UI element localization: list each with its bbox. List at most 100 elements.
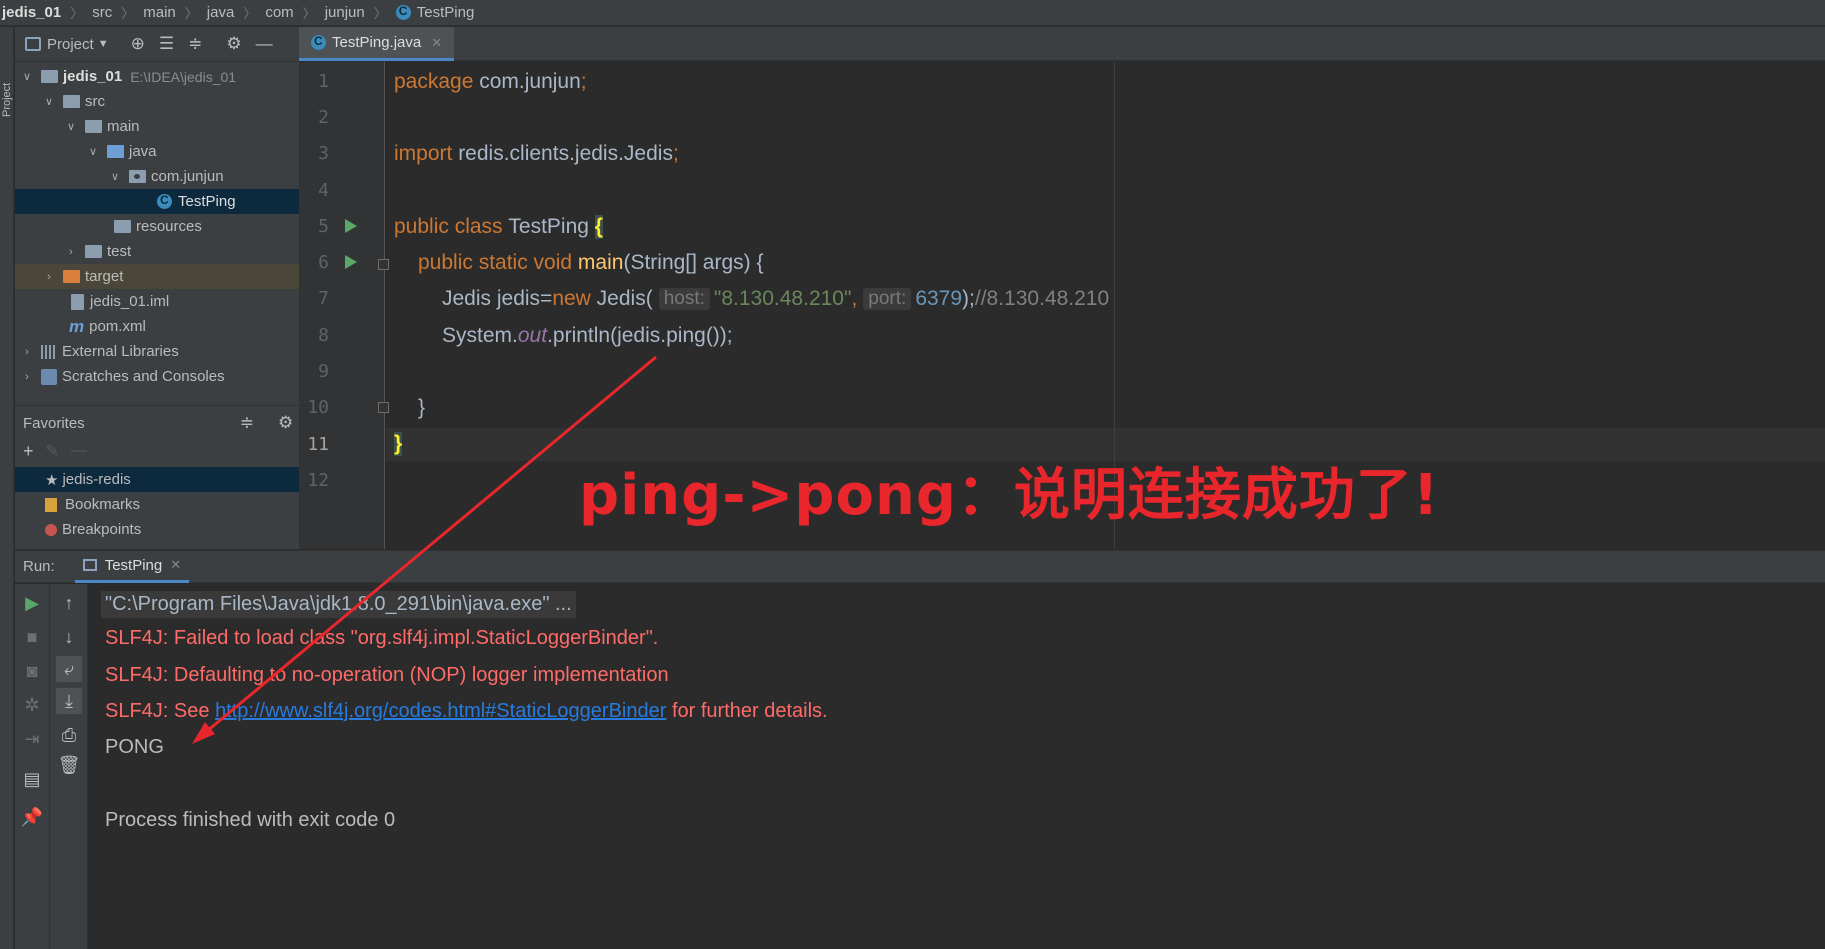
breadcrumb-item-java[interactable]: java	[203, 4, 239, 21]
breadcrumb-item-junjun[interactable]: junjun	[321, 4, 369, 21]
tree-item-iml[interactable]: jedis_01.iml	[15, 289, 299, 314]
chevron-right-icon: 〉	[302, 6, 316, 21]
favorites-item-label: jedis-redis	[62, 471, 131, 488]
chevron-right-icon[interactable]: ›	[65, 246, 77, 258]
resources-folder-icon	[114, 220, 131, 233]
run-tab-testping[interactable]: TestPing ✕	[74, 550, 190, 583]
code-keyword: public static void	[418, 251, 578, 274]
breadcrumb-item-com[interactable]: com	[261, 4, 297, 21]
tree-item-target[interactable]: › target	[15, 264, 299, 289]
chevron-down-icon[interactable]: ▼	[98, 38, 109, 50]
tree-item-label: com.junjun	[151, 168, 224, 185]
line-number: 8	[318, 325, 329, 346]
close-icon[interactable]: ✕	[431, 35, 442, 51]
tree-item-label: jedis_01	[63, 68, 123, 85]
code-keyword: package	[394, 70, 480, 93]
breadcrumb-item-src[interactable]: src	[88, 4, 116, 21]
star-icon: ★	[45, 471, 59, 489]
favorites-item-jedis-redis[interactable]: ★ jedis-redis	[15, 467, 299, 492]
tree-item-test[interactable]: › test	[15, 239, 299, 264]
tree-item-testping[interactable]: TestPing	[15, 189, 299, 214]
favorites-item-bookmarks[interactable]: Bookmarks	[15, 492, 299, 517]
chevron-down-icon[interactable]: ∨	[65, 120, 77, 133]
chevron-down-icon[interactable]: ∨	[43, 95, 55, 108]
line-number: 1	[318, 71, 329, 92]
print-icon[interactable]: ⎙	[56, 722, 82, 748]
gear-icon[interactable]: ⚙	[278, 413, 293, 433]
project-tool-button[interactable]: Project	[1, 57, 13, 117]
breadcrumb-item-testping[interactable]: TestPing	[392, 4, 479, 21]
console-exit-line: Process finished with exit code 0	[105, 809, 396, 831]
console-error-prefix: SLF4J: See	[105, 700, 216, 722]
fold-icon[interactable]	[378, 402, 389, 413]
slf4j-link[interactable]: http://www.slf4j.org/codes.html#StaticLo…	[215, 700, 666, 722]
chevron-down-icon[interactable]: ∨	[21, 70, 33, 83]
chevron-right-icon: 〉	[70, 6, 84, 21]
chevron-down-icon[interactable]: ∨	[109, 170, 121, 183]
java-class-icon	[395, 4, 411, 20]
collapse-all-icon[interactable]: ≑	[188, 34, 202, 54]
code-text: com.junjun	[479, 70, 581, 93]
chevron-right-icon[interactable]: ›	[21, 346, 33, 358]
tree-item-external-libraries[interactable]: › External Libraries	[15, 339, 299, 364]
scroll-to-end-icon[interactable]: ⤓	[56, 688, 82, 714]
layout-icon[interactable]: ▤	[19, 766, 45, 792]
add-icon[interactable]: +	[23, 441, 34, 462]
settings-icon: ✲	[24, 694, 40, 715]
tree-item-scratches[interactable]: › Scratches and Consoles	[15, 364, 299, 389]
bookmark-icon	[45, 497, 57, 512]
collapse-all-icon[interactable]: ≑	[240, 413, 254, 433]
iml-file-icon	[71, 293, 84, 310]
tree-item-src[interactable]: ∨ src	[15, 89, 299, 114]
tree-item-label: Scratches and Consoles	[62, 368, 225, 385]
console-error-line: SLF4J: See http://www.slf4j.org/codes.ht…	[105, 700, 828, 723]
line-number: 6	[318, 252, 329, 273]
tab-testping-java[interactable]: TestPing.java ✕	[299, 27, 455, 61]
excluded-folder-icon	[63, 270, 80, 283]
arrow-down-icon[interactable]: ↓	[56, 624, 82, 650]
chevron-right-icon[interactable]: ›	[21, 371, 33, 383]
pin-icon[interactable]: 📌	[19, 804, 45, 830]
breadcrumb-item-label: TestPing	[416, 4, 475, 21]
chevron-right-icon[interactable]: ›	[43, 271, 55, 283]
breadcrumb-item-main[interactable]: main	[139, 4, 180, 21]
edit-icon: ✎	[45, 443, 59, 460]
tree-item-main[interactable]: ∨ main	[15, 114, 299, 139]
gear-icon[interactable]: ⚙	[226, 34, 241, 54]
hide-icon[interactable]: —	[256, 34, 273, 54]
editor-tab-bar: TestPing.java ✕	[299, 27, 1825, 61]
project-view-selector[interactable]: Project	[47, 36, 94, 53]
chevron-down-icon[interactable]: ∨	[87, 145, 99, 158]
tree-item-resources[interactable]: resources	[15, 214, 299, 239]
close-icon[interactable]: ✕	[170, 557, 181, 573]
tree-item-label: External Libraries	[62, 343, 179, 360]
run-tab-label: TestPing	[104, 556, 163, 574]
run-gutter-icon[interactable]	[345, 255, 357, 269]
soft-wrap-icon[interactable]: ⤶	[56, 656, 82, 682]
code-brace: }	[394, 432, 403, 456]
run-gutter-icon[interactable]	[345, 219, 357, 233]
code-punct: ;	[580, 70, 587, 93]
run-console[interactable]: "C:\Program Files\Java\jdk1.8.0_291\bin\…	[89, 584, 1825, 949]
code-static-field: out	[517, 324, 548, 347]
rerun-icon[interactable]: ▶	[19, 590, 45, 616]
tree-item-label: TestPing	[178, 193, 236, 210]
run-label: Run:	[23, 558, 55, 575]
line-number: 12	[307, 470, 329, 491]
favorites-item-breakpoints[interactable]: Breakpoints	[15, 517, 299, 542]
arrow-up-icon[interactable]: ↑	[56, 590, 82, 616]
tree-item-java[interactable]: ∨ java	[15, 139, 299, 164]
code-brace: {	[594, 215, 603, 239]
expand-all-icon[interactable]: ☰	[159, 34, 174, 54]
locate-icon[interactable]: ⊕	[131, 34, 145, 54]
breadcrumb-item-project[interactable]: jedis_01	[0, 4, 65, 21]
trash-icon[interactable]: 🗑	[56, 752, 82, 778]
tree-item-pom[interactable]: m pom.xml	[15, 314, 299, 339]
line-number: 4	[318, 180, 329, 201]
tree-item-jedis-01[interactable]: ∨ jedis_01 E:\IDEA\jedis_01	[15, 64, 299, 89]
tree-item-package[interactable]: ∨ com.junjun	[15, 164, 299, 189]
code-text: System.	[442, 324, 518, 347]
code-text: redis.clients.jedis.Jedis	[458, 142, 673, 165]
fold-icon[interactable]	[378, 259, 389, 270]
favorites-item-label: Breakpoints	[62, 521, 142, 538]
